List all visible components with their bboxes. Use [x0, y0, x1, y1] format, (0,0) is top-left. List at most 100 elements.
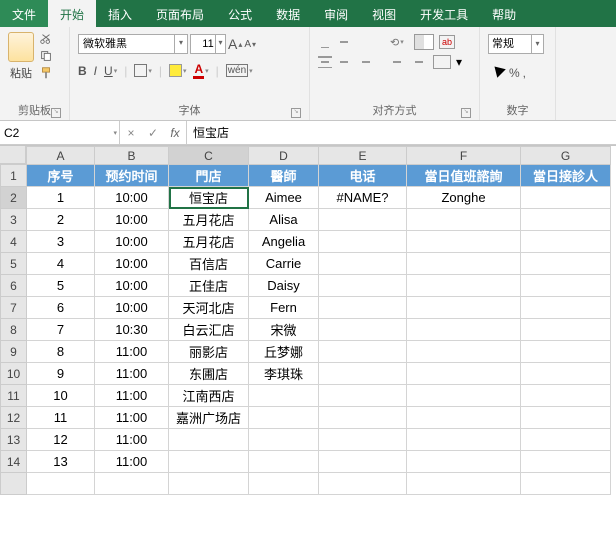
wrap-text-button[interactable]	[414, 34, 434, 50]
ribbon-tab-插入[interactable]: 插入	[96, 0, 144, 27]
ribbon-tab-文件[interactable]: 文件	[0, 0, 48, 27]
col-header-G[interactable]: G	[521, 147, 611, 165]
data-cell[interactable]	[169, 451, 249, 473]
ribbon-tab-开发工具[interactable]: 开发工具	[408, 0, 480, 27]
comma-button[interactable]: ,	[523, 66, 526, 80]
row-header-6[interactable]: 6	[1, 275, 27, 297]
data-cell[interactable]: 11:00	[95, 451, 169, 473]
data-cell[interactable]	[407, 297, 521, 319]
data-cell[interactable]	[407, 209, 521, 231]
data-cell[interactable]: 11:00	[95, 341, 169, 363]
align-middle-button[interactable]	[337, 36, 351, 48]
data-cell[interactable]: 嘉洲广场店	[169, 407, 249, 429]
data-cell[interactable]: 12	[27, 429, 95, 451]
data-cell[interactable]	[521, 275, 611, 297]
data-cell[interactable]	[319, 429, 407, 451]
data-cell[interactable]: 丽影店	[169, 341, 249, 363]
data-cell[interactable]: 6	[27, 297, 95, 319]
decrease-indent-button[interactable]	[390, 59, 404, 66]
data-cell[interactable]: #NAME?	[319, 187, 407, 209]
data-cell[interactable]	[319, 451, 407, 473]
ribbon-tab-帮助[interactable]: 帮助	[480, 0, 528, 27]
align-bottom-button[interactable]	[356, 36, 370, 48]
data-cell[interactable]: 天河北店	[169, 297, 249, 319]
cut-icon[interactable]	[38, 32, 54, 46]
row-header-7[interactable]: 7	[1, 297, 27, 319]
data-cell[interactable]	[521, 451, 611, 473]
data-cell[interactable]	[521, 407, 611, 429]
data-cell[interactable]: 13	[27, 451, 95, 473]
header-cell[interactable]: 當日接診人	[521, 165, 611, 187]
font-launcher-icon[interactable]: ↘	[291, 108, 301, 118]
data-cell[interactable]: Carrie	[249, 253, 319, 275]
data-cell[interactable]	[319, 341, 407, 363]
data-cell[interactable]: Aimee	[249, 187, 319, 209]
data-cell[interactable]: Alisa	[249, 209, 319, 231]
cancel-formula-button[interactable]: ×	[120, 126, 142, 140]
data-cell[interactable]: 江南西店	[169, 385, 249, 407]
ribbon-tab-审阅[interactable]: 审阅	[312, 0, 360, 27]
align-center-button[interactable]	[337, 56, 351, 68]
data-cell[interactable]	[249, 451, 319, 473]
data-cell[interactable]	[521, 253, 611, 275]
data-cell[interactable]: 恒宝店	[169, 187, 249, 209]
data-cell[interactable]: 10	[27, 385, 95, 407]
data-cell[interactable]: 10:00	[95, 209, 169, 231]
data-cell[interactable]	[319, 385, 407, 407]
select-all-corner[interactable]	[0, 146, 26, 164]
data-cell[interactable]	[407, 319, 521, 341]
data-cell[interactable]: 东圃店	[169, 363, 249, 385]
data-cell[interactable]: 10:30	[95, 319, 169, 341]
data-cell[interactable]: 4	[27, 253, 95, 275]
clipboard-launcher-icon[interactable]: ↘	[51, 108, 61, 118]
data-cell[interactable]	[319, 275, 407, 297]
data-cell[interactable]: 10:00	[95, 253, 169, 275]
align-left-button[interactable]	[318, 56, 332, 68]
data-cell[interactable]	[319, 209, 407, 231]
header-cell[interactable]: 門店	[169, 165, 249, 187]
data-cell[interactable]: 11:00	[95, 429, 169, 451]
data-cell[interactable]	[407, 341, 521, 363]
data-cell[interactable]: 3	[27, 231, 95, 253]
row-header-14[interactable]: 14	[1, 451, 27, 473]
row-header-13[interactable]: 13	[1, 429, 27, 451]
row-header-2[interactable]: 2	[1, 187, 27, 209]
col-header-A[interactable]: A	[27, 147, 95, 165]
align-right-button[interactable]	[356, 56, 370, 68]
orientation-button[interactable]: ⟲▾	[390, 35, 404, 49]
wrap-indicator[interactable]: ab	[439, 35, 455, 49]
ribbon-tab-数据[interactable]: 数据	[264, 0, 312, 27]
header-cell[interactable]: 當日值班諮詢	[407, 165, 521, 187]
data-cell[interactable]: 10:00	[95, 187, 169, 209]
formula-input[interactable]: 恒宝店	[187, 121, 616, 144]
row-header-3[interactable]: 3	[1, 209, 27, 231]
row-header-11[interactable]: 11	[1, 385, 27, 407]
header-cell[interactable]: 预约时间	[95, 165, 169, 187]
data-cell[interactable]	[407, 429, 521, 451]
data-cell[interactable]: Zonghe	[407, 187, 521, 209]
row-header-12[interactable]: 12	[1, 407, 27, 429]
data-cell[interactable]: 9	[27, 363, 95, 385]
data-cell[interactable]: Fern	[249, 297, 319, 319]
row-header-1[interactable]: 1	[1, 165, 27, 187]
col-header-F[interactable]: F	[407, 147, 521, 165]
data-cell[interactable]: 8	[27, 341, 95, 363]
data-cell[interactable]	[521, 385, 611, 407]
data-cell[interactable]: 11	[27, 407, 95, 429]
data-cell[interactable]: 10:00	[95, 297, 169, 319]
data-cell[interactable]	[521, 187, 611, 209]
data-cell[interactable]	[319, 253, 407, 275]
col-header-E[interactable]: E	[319, 147, 407, 165]
data-cell[interactable]: 11:00	[95, 363, 169, 385]
data-cell[interactable]	[249, 429, 319, 451]
data-cell[interactable]	[407, 407, 521, 429]
header-cell[interactable]: 醫師	[249, 165, 319, 187]
data-cell[interactable]: 正佳店	[169, 275, 249, 297]
data-cell[interactable]	[521, 341, 611, 363]
align-top-button[interactable]	[318, 36, 332, 48]
data-cell[interactable]: 宋微	[249, 319, 319, 341]
header-cell[interactable]: 序号	[27, 165, 95, 187]
data-cell[interactable]: 5	[27, 275, 95, 297]
row-header-8[interactable]: 8	[1, 319, 27, 341]
data-cell[interactable]	[249, 385, 319, 407]
